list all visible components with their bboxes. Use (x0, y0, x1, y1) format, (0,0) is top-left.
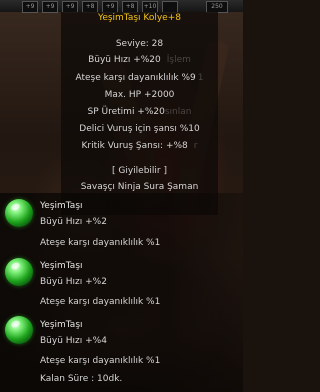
item-level: Seviye: 28 (115, 39, 164, 49)
socket-stone-name: YeşimTaşı (40, 261, 83, 271)
background-ghost-text: İşlem (166, 55, 191, 65)
item-tooltip: YeşimTaşı Kolye+8 Seviye: 28 Büyü Hızı +… (61, 12, 218, 215)
socket-stone-bonus: Büyü Hızı +%4 (40, 336, 107, 346)
item-stat: Ateşe karşı dayanıklılık %9 1 (75, 73, 204, 83)
socket-stone-bonus: Ateşe karşı dayanıklılık %1 (40, 297, 161, 307)
quick-slot[interactable]: +9 (22, 1, 38, 13)
socket-stone-name: YeşimTaşı (40, 320, 83, 330)
item-stat: Max. HP +2000 (104, 90, 175, 100)
socket-stone-bonus: Büyü Hızı +%2 (40, 277, 107, 287)
green-jade-gem-icon (5, 258, 33, 286)
socket-stone-bonus: Ateşe karşı dayanıklılık %1 (40, 238, 161, 248)
item-name: YeşimTaşı Kolye+8 (98, 13, 181, 23)
item-stat: Kritik Vuruş Şansı: +%8 r (81, 141, 198, 151)
green-jade-gem-icon (5, 316, 33, 344)
background-ghost-text: sınlan (164, 107, 192, 117)
background-ghost-text: 1 (197, 73, 204, 83)
item-stat: SP Üretimi +%20sınlan (87, 107, 192, 117)
item-stat: Büyü Hızı +%20 İşlem (88, 55, 191, 65)
quick-slot[interactable]: +9 (42, 1, 58, 13)
socket-stone-bonus: Büyü Hızı +%2 (40, 217, 107, 227)
remaining-time: Kalan Süre : 10dk. (40, 374, 123, 384)
quick-slot-bar: +9 +9 +9 +8 +9 +8 +10 250 (0, 0, 243, 13)
socket-stone-bonus: Ateşe karşı dayanıklılık %1 (40, 356, 161, 366)
item-stat: Delici Vuruş için şansı %10 (79, 124, 200, 134)
wearable-label: [ Giyilebilir ] (112, 166, 167, 176)
background-ghost-text: r (193, 141, 198, 151)
socket-stone-name: YeşimTaşı (40, 201, 83, 211)
wearable-classes: Savaşçı Ninja Sura Şaman (80, 182, 199, 192)
green-jade-gem-icon (5, 199, 33, 227)
